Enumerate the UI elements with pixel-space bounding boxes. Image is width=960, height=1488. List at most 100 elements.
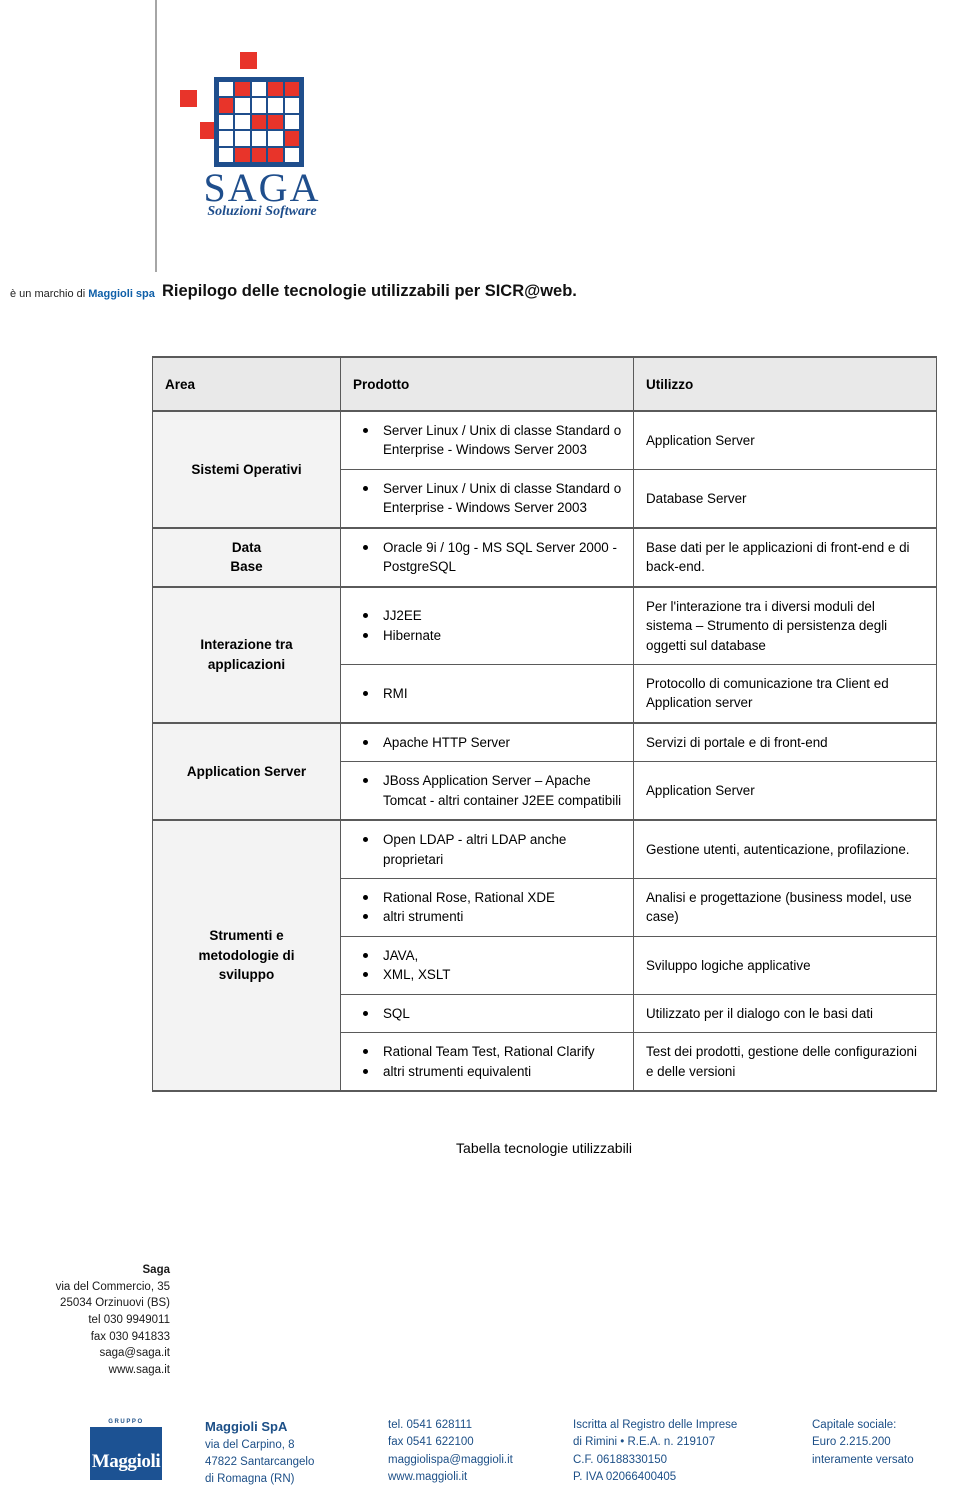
maggioli-logo-text: Maggioli xyxy=(90,1448,162,1477)
footer-registry-line: P. IVA 02066400405 xyxy=(573,1469,737,1486)
cell-utilizzo: Analisi e progettazione (business model,… xyxy=(634,879,937,937)
product-list-item: Hibernate xyxy=(383,626,623,645)
product-list-item: Rational Rose, Rational XDE xyxy=(383,888,623,907)
saga-address-block: Saga via del Commercio, 3525034 Orzinuov… xyxy=(0,1262,170,1379)
saga-tagline: Soluzioni Software xyxy=(192,204,332,220)
cell-prodotto: RMI xyxy=(341,664,634,722)
footer-capital-line: Euro 2.215.200 xyxy=(812,1434,914,1451)
product-list: Rational Rose, Rational XDEaltri strumen… xyxy=(341,888,623,927)
cell-prodotto: JJ2EEHibernate xyxy=(341,587,634,665)
product-list-item: altri strumenti xyxy=(383,907,623,926)
table-header-row: Area Prodotto Utilizzo xyxy=(153,357,937,411)
cell-prodotto: Apache HTTP Server xyxy=(341,723,634,762)
maggioli-logo-gruppo-text: GRUPPO xyxy=(90,1418,162,1427)
cell-prodotto: Open LDAP - altri LDAP anche proprietari xyxy=(341,820,634,878)
footer-contact-lines: tel. 0541 628111fax 0541 622100maggiolis… xyxy=(388,1417,513,1486)
column-header-utilizzo: Utilizzo xyxy=(634,357,937,411)
saga-address-name: Saga xyxy=(0,1262,170,1279)
cell-prodotto: SQL xyxy=(341,994,634,1032)
cell-prodotto: Rational Rose, Rational XDEaltri strumen… xyxy=(341,879,634,937)
cell-utilizzo: Gestione utenti, autenticazione, profila… xyxy=(634,820,937,878)
footer-contact-line: maggiolispa@maggioli.it xyxy=(388,1452,513,1469)
product-list: JAVA,XML, XSLT xyxy=(341,946,623,985)
cell-prodotto: Rational Team Test, Rational Clarifyaltr… xyxy=(341,1033,634,1091)
cell-utilizzo: Utilizzato per il dialogo con le basi da… xyxy=(634,994,937,1032)
logo-checker-grid xyxy=(214,77,304,167)
cell-utilizzo: Sviluppo logiche applicative xyxy=(634,936,937,994)
footer-registry-lines: Iscritta al Registro delle Impresedi Rim… xyxy=(573,1417,737,1486)
table-caption: Tabella tecnologie utilizzabili xyxy=(152,1140,936,1156)
footer-contact-line: fax 0541 622100 xyxy=(388,1434,513,1451)
footer-company-column: Maggioli SpA via del Carpino, 847822 San… xyxy=(205,1417,314,1488)
logo-accent-square-top xyxy=(240,52,257,69)
saga-wordmark: SAGA xyxy=(192,168,332,208)
saga-address-line: fax 030 941833 xyxy=(0,1329,170,1346)
product-list-item: RMI xyxy=(383,684,623,703)
saga-address-line: www.saga.it xyxy=(0,1362,170,1379)
cell-prodotto: JBoss Application Server – Apache Tomcat… xyxy=(341,762,634,820)
product-list: Open LDAP - altri LDAP anche proprietari xyxy=(341,830,623,869)
product-list-item: altri strumenti equivalenti xyxy=(383,1062,623,1081)
footer-company-line: di Romagna (RN) xyxy=(205,1471,314,1488)
table-row: Sistemi OperativiServer Linux / Unix di … xyxy=(153,411,937,469)
cell-area: Strumenti emetodologie disviluppo xyxy=(153,820,341,1091)
footer-capital-line: Capitale sociale: xyxy=(812,1417,914,1434)
header-vertical-rule xyxy=(155,0,157,272)
product-list: Apache HTTP Server xyxy=(341,733,623,752)
footer-capital-line: interamente versato xyxy=(812,1452,914,1469)
cell-prodotto: Oracle 9i / 10g - MS SQL Server 2000 - P… xyxy=(341,528,634,587)
cell-utilizzo: Per l'interazione tra i diversi moduli d… xyxy=(634,587,937,665)
brand-note-prefix: è un marchio di xyxy=(10,288,88,300)
page-footer: GRUPPO Maggioli Maggioli SpA via del Car… xyxy=(0,1415,960,1487)
footer-company-line: via del Carpino, 8 xyxy=(205,1437,314,1454)
brand-note: è un marchio di Maggioli spa xyxy=(10,288,155,300)
product-list-item: Apache HTTP Server xyxy=(383,733,623,752)
cell-utilizzo: Application Server xyxy=(634,762,937,820)
footer-capital-lines: Capitale sociale:Euro 2.215.200interamen… xyxy=(812,1417,914,1469)
product-list-item: JAVA, xyxy=(383,946,623,965)
product-list: JJ2EEHibernate xyxy=(341,606,623,645)
table-row: Interazione traapplicazioniJJ2EEHibernat… xyxy=(153,587,937,665)
product-list-item: Server Linux / Unix di classe Standard o… xyxy=(383,421,623,460)
cell-utilizzo: Servizi di portale e di front-end xyxy=(634,723,937,762)
product-list: Oracle 9i / 10g - MS SQL Server 2000 - P… xyxy=(341,538,623,577)
maggioli-logo-plate: Maggioli xyxy=(90,1427,162,1480)
saga-address-line: 25034 Orzinuovi (BS) xyxy=(0,1295,170,1312)
brand-note-name: Maggioli spa xyxy=(88,288,155,300)
footer-company-line: 47822 Santarcangelo xyxy=(205,1454,314,1471)
footer-company-lines: via del Carpino, 847822 Santarcangelodi … xyxy=(205,1437,314,1488)
product-list-item: XML, XSLT xyxy=(383,965,623,984)
cell-area: Sistemi Operativi xyxy=(153,411,341,528)
saga-address-line: saga@saga.it xyxy=(0,1345,170,1362)
logo-accent-square-left xyxy=(180,90,197,107)
product-list-item: Open LDAP - altri LDAP anche proprietari xyxy=(383,830,623,869)
column-header-prodotto: Prodotto xyxy=(341,357,634,411)
product-list: SQL xyxy=(341,1004,623,1023)
cell-area: Application Server xyxy=(153,723,341,820)
product-list-item: JBoss Application Server – Apache Tomcat… xyxy=(383,771,623,810)
saga-address-line: tel 030 9949011 xyxy=(0,1312,170,1329)
product-list: JBoss Application Server – Apache Tomcat… xyxy=(341,771,623,810)
product-list: Server Linux / Unix di classe Standard o… xyxy=(341,479,623,518)
cell-utilizzo: Test dei prodotti, gestione delle config… xyxy=(634,1033,937,1091)
product-list-item: SQL xyxy=(383,1004,623,1023)
saga-logo: SAGA Soluzioni Software xyxy=(172,52,332,227)
product-list: RMI xyxy=(341,684,623,703)
cell-utilizzo: Protocollo di comunicazione tra Client e… xyxy=(634,664,937,722)
product-list-item: Rational Team Test, Rational Clarify xyxy=(383,1042,623,1061)
maggioli-logo: GRUPPO Maggioli xyxy=(90,1418,162,1480)
saga-address-lines: via del Commercio, 3525034 Orzinuovi (BS… xyxy=(0,1279,170,1379)
cell-prodotto: Server Linux / Unix di classe Standard o… xyxy=(341,411,634,469)
product-list-item: Oracle 9i / 10g - MS SQL Server 2000 - P… xyxy=(383,538,623,577)
product-list-item: Server Linux / Unix di classe Standard o… xyxy=(383,479,623,518)
table-row: Application ServerApache HTTP ServerServ… xyxy=(153,723,937,762)
product-list: Server Linux / Unix di classe Standard o… xyxy=(341,421,623,460)
footer-contact-line: tel. 0541 628111 xyxy=(388,1417,513,1434)
cell-area: DataBase xyxy=(153,528,341,587)
footer-contact-column: tel. 0541 628111fax 0541 622100maggiolis… xyxy=(388,1417,513,1486)
cell-prodotto: Server Linux / Unix di classe Standard o… xyxy=(341,469,634,527)
footer-contact-line: www.maggioli.it xyxy=(388,1469,513,1486)
column-header-area: Area xyxy=(153,357,341,411)
footer-registry-line: Iscritta al Registro delle Imprese xyxy=(573,1417,737,1434)
footer-registry-column: Iscritta al Registro delle Impresedi Rim… xyxy=(573,1417,737,1486)
